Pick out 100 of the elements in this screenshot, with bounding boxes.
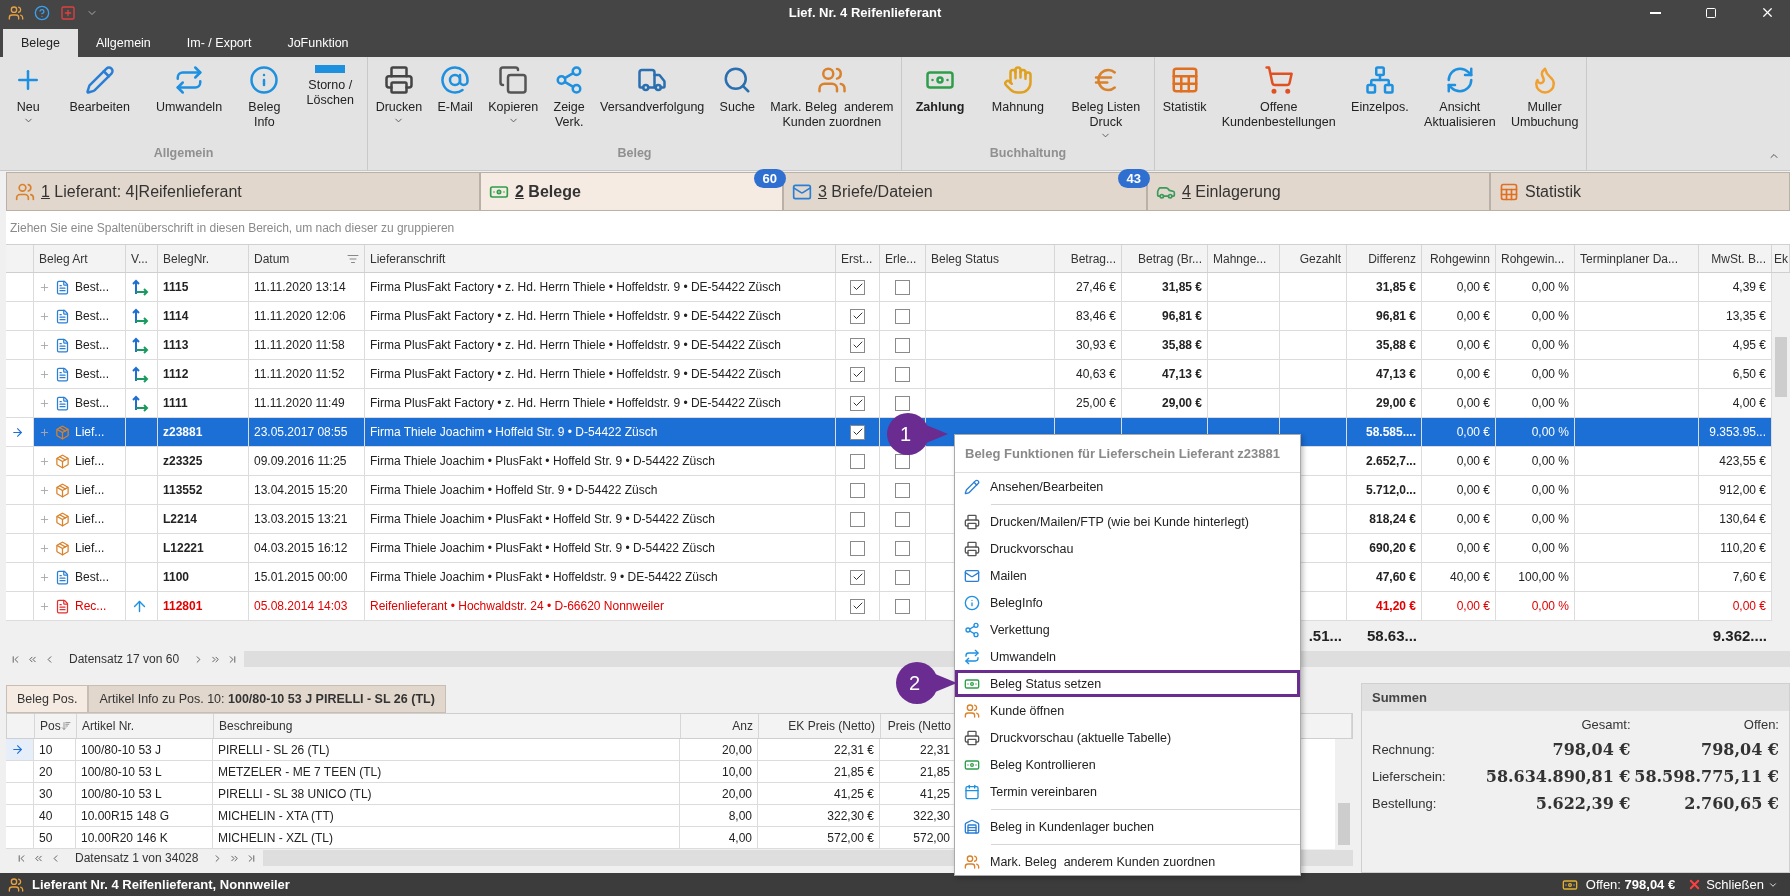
checkbox[interactable] <box>850 395 865 411</box>
menu-item[interactable]: Druckvorschau (aktuelle Tabelle) <box>955 724 1300 751</box>
checkbox[interactable] <box>850 482 865 498</box>
ribbon-button[interactable]: Drucken <box>372 63 426 128</box>
checkbox[interactable] <box>850 569 865 585</box>
column-header[interactable]: Rohgewinn <box>1429 251 1490 266</box>
ribbon-button[interactable]: Beleg Listen Druck <box>1068 63 1144 143</box>
column-header[interactable]: Betrag (Br... <box>1137 251 1202 266</box>
document-tab[interactable]: 2 Belege 60 <box>480 172 783 211</box>
menu-item[interactable]: Ansehen/Bearbeiten <box>955 473 1300 500</box>
menu-item[interactable]: Umwandeln <box>955 643 1300 670</box>
menu-item[interactable]: Beleg Status setzen <box>955 670 1300 697</box>
ribbon-tab[interactable]: JoFunktion <box>269 29 367 57</box>
table-row[interactable]: Best... 1112 11.11.2020 11:52 Firma PlusFakt Factory • z. Hd. Herrn Thiele • Hoffeldstr. 9 • DE-54422 Züsch 40,63 € 47,13 € 47,13 € 0,00 € 0,00 % 6,50 € <box>6 360 1772 389</box>
column-header[interactable]: BelegNr. <box>163 251 210 266</box>
first-record-button[interactable] <box>16 852 27 864</box>
menu-item[interactable]: Beleg Kontrollieren <box>955 751 1300 778</box>
ribbon-button[interactable]: Zahlung <box>912 63 968 117</box>
ribbon-button[interactable]: Muller Umbuchung <box>1507 63 1582 132</box>
checkbox[interactable] <box>895 540 910 556</box>
vertical-scrollbar[interactable] <box>1772 273 1790 621</box>
checkbox[interactable] <box>850 540 865 556</box>
checkbox[interactable] <box>895 482 910 498</box>
ribbon-button[interactable]: Einzelpos. <box>1348 63 1412 117</box>
detail-tab[interactable]: Artikel Info zu Pos. 10: 100/80-10 53 J PIRELLI - SL 26 (TL) <box>88 685 446 713</box>
document-tab[interactable]: Statistik <box>1490 172 1790 211</box>
ribbon-button[interactable]: Suche <box>716 63 759 117</box>
ribbon-button[interactable]: Beleg Info <box>245 63 284 132</box>
checkbox[interactable] <box>895 337 910 353</box>
menu-item[interactable]: Termin vereinbaren <box>955 778 1300 805</box>
column-header[interactable]: MwSt. B... <box>1711 251 1766 266</box>
first-record-button[interactable] <box>10 653 21 665</box>
checkbox[interactable] <box>895 366 910 382</box>
checkbox[interactable] <box>895 308 910 324</box>
column-header[interactable]: Ek <box>1774 251 1788 266</box>
ribbon-button[interactable]: Statistik <box>1159 63 1210 117</box>
menu-item[interactable]: Kunde öffnen <box>955 697 1300 724</box>
table-row[interactable]: Best... 1111 11.11.2020 11:49 Firma PlusFakt Factory • z. Hd. Herrn Thiele • Hoffeldstr. 9 • DE-54422 Züsch 25,00 € 29,00 € 29,00 € 0,00 € 0,00 % 4,00 € <box>6 389 1772 418</box>
ribbon-button[interactable]: Umwandeln <box>153 63 226 117</box>
ribbon-button[interactable]: Neu <box>10 63 47 128</box>
ribbon-tab[interactable]: Im- / Export <box>168 29 270 57</box>
menu-item[interactable]: Drucken/Mailen/FTP (wie bei Kunde hinterlegt) <box>955 508 1300 535</box>
ribbon-button[interactable]: Bearbeiten <box>66 63 133 117</box>
ribbon-button[interactable]: Storno / Löschen <box>303 63 357 110</box>
ribbon-tab[interactable]: Belege <box>3 29 78 57</box>
checkbox[interactable] <box>850 598 865 614</box>
column-header[interactable]: Beleg Status <box>931 251 1000 266</box>
column-header[interactable]: Pos <box>40 719 61 733</box>
detail-tab[interactable]: Beleg Pos. <box>6 685 89 713</box>
column-header[interactable]: Betrag... <box>1070 251 1116 266</box>
document-tab[interactable]: 3 Briefe/Dateien 43 <box>783 172 1147 211</box>
column-header[interactable]: Beschreibung <box>219 719 293 733</box>
checkbox[interactable] <box>850 308 865 324</box>
ribbon-tab[interactable]: Allgemein <box>77 29 169 57</box>
ribbon-button[interactable]: Versandverfolgung <box>597 63 708 117</box>
document-tab[interactable]: 4 Einlagerung <box>1147 172 1490 211</box>
checkbox[interactable] <box>895 453 910 469</box>
checkbox[interactable] <box>895 511 910 527</box>
vertical-scrollbar[interactable] <box>1335 739 1353 849</box>
ribbon-button[interactable]: Zeige Verk. <box>550 63 588 132</box>
ribbon-button[interactable]: Mark. Beleg anderem Kunden zuordnen <box>767 63 897 132</box>
checkbox[interactable] <box>850 337 865 353</box>
table-row[interactable]: Best... 1115 11.11.2020 13:14 Firma PlusFakt Factory • z. Hd. Herrn Thiele • Hoffeldstr. 9 • DE-54422 Züsch 27,46 € 31,85 € 31,85 € 0,00 € 0,00 % 4,39 € <box>6 273 1772 302</box>
column-header[interactable]: Mahnge... <box>1213 251 1267 266</box>
menu-item[interactable]: Beleg in Kundenlager buchen <box>955 813 1300 840</box>
column-header[interactable]: Artikel Nr. <box>82 719 134 733</box>
table-row[interactable]: Best... 1113 11.11.2020 11:58 Firma PlusFakt Factory • z. Hd. Herrn Thiele • Hoffeldstr. 9 • DE-54422 Züsch 30,93 € 35,88 € 35,88 € 0,00 € 0,00 % 4,95 € <box>6 331 1772 360</box>
ribbon-button[interactable]: Mahnung <box>988 63 1047 117</box>
checkbox[interactable] <box>850 511 865 527</box>
checkbox[interactable] <box>850 453 865 469</box>
checkbox[interactable] <box>850 279 865 295</box>
column-header[interactable]: Beleg Art <box>39 251 88 266</box>
checkbox[interactable] <box>895 598 910 614</box>
menu-item[interactable]: Druckvorschau <box>955 535 1300 562</box>
ribbon-button[interactable]: E-Mail <box>434 63 476 117</box>
column-header[interactable]: V... <box>131 251 148 266</box>
table-row[interactable]: Best... 1114 11.11.2020 12:06 Firma PlusFakt Factory • z. Hd. Herrn Thiele • Hoffeldstr. 9 • DE-54422 Züsch 83,46 € 96,81 € 96,81 € 0,00 € 0,00 % 13,35 € <box>6 302 1772 331</box>
column-header[interactable]: Rohgewin... <box>1501 251 1565 266</box>
column-header[interactable]: Datum <box>254 251 290 266</box>
menu-item[interactable]: Mark. Beleg anderem Kunden zuordnen <box>955 848 1300 875</box>
column-header[interactable]: Gezahlt <box>1299 251 1341 266</box>
ribbon-button[interactable]: Offene Kundenbestellungen <box>1218 63 1339 132</box>
ribbon-button[interactable]: Kopieren <box>485 63 542 128</box>
checkbox[interactable] <box>850 366 865 382</box>
column-header[interactable]: Anz <box>732 719 753 733</box>
column-header[interactable]: Preis (Netto <box>887 719 951 733</box>
column-header[interactable]: Erle... <box>885 251 917 266</box>
column-header[interactable]: EK Preis (Netto) <box>788 719 875 733</box>
checkbox[interactable] <box>850 424 865 440</box>
menu-item[interactable]: Mailen <box>955 562 1300 589</box>
checkbox[interactable] <box>895 569 910 585</box>
column-header[interactable]: Differenz <box>1368 251 1416 266</box>
checkbox[interactable] <box>895 279 910 295</box>
ribbon-button[interactable]: Ansicht Aktualisieren <box>1421 63 1499 132</box>
column-header[interactable]: Lieferanschrift <box>370 251 446 266</box>
checkbox[interactable] <box>895 395 910 411</box>
menu-item[interactable]: BelegInfo <box>955 589 1300 616</box>
column-header[interactable]: Terminplaner Da... <box>1580 251 1679 266</box>
column-header[interactable]: Erst... <box>841 251 873 266</box>
document-tab[interactable]: 1 Lieferant: 4|Reifenlieferant <box>6 172 480 211</box>
